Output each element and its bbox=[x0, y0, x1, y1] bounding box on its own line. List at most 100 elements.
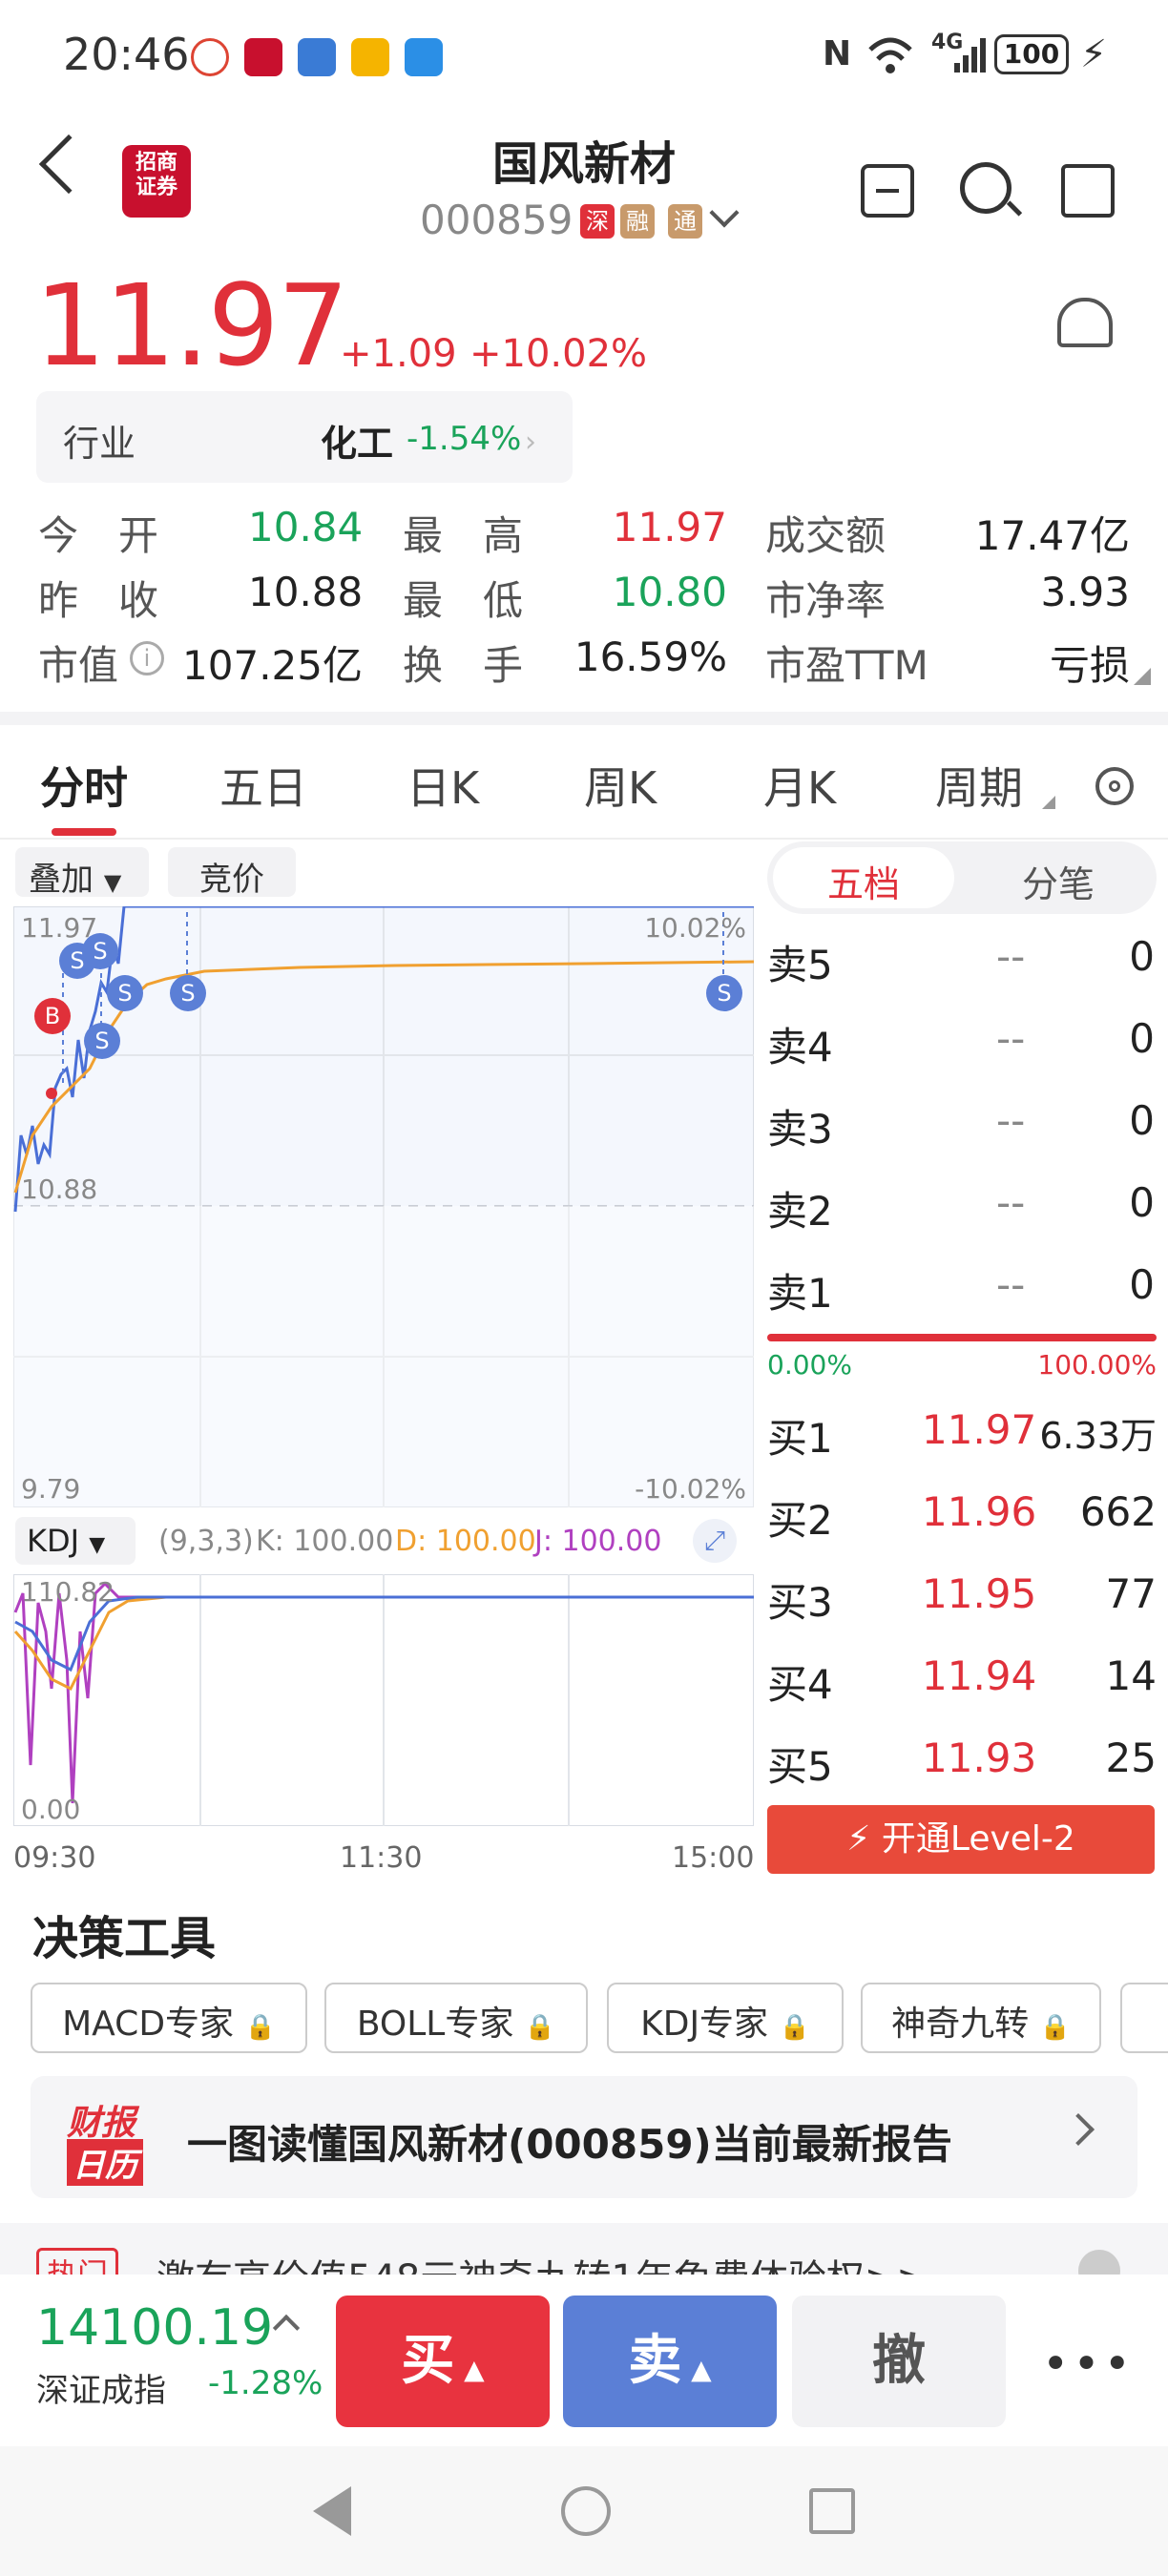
tools-title: 决策工具 bbox=[32, 1912, 217, 1965]
caret-up-icon: ▲ bbox=[681, 2354, 712, 2385]
bank-icon bbox=[244, 38, 282, 76]
tab-daily-k[interactable]: 日K bbox=[407, 754, 479, 817]
ask-label: 卖2 bbox=[767, 1188, 833, 1235]
lock-icon: 🔒 bbox=[524, 2013, 556, 2042]
bid-volume: 25 bbox=[1105, 1735, 1157, 1781]
bid-label: 买1 bbox=[767, 1415, 833, 1462]
expand-corner-icon[interactable] bbox=[1134, 668, 1151, 685]
buy-button[interactable]: 买 ▲ bbox=[336, 2296, 550, 2427]
tab-tick[interactable]: 分笔 bbox=[964, 855, 1153, 907]
kdj-k: K: 100.00 bbox=[256, 1525, 394, 1558]
y-mid-label: 10.88 bbox=[21, 1174, 98, 1205]
industry-pct: -1.54% bbox=[407, 420, 522, 458]
bid-label: 买3 bbox=[767, 1579, 833, 1626]
tool-boll[interactable]: BOLL专家 🔒 bbox=[324, 1983, 588, 2053]
chevron-down-icon[interactable] bbox=[709, 197, 740, 228]
battery-icon: 100 bbox=[994, 34, 1069, 74]
sell-marker[interactable]: S bbox=[170, 975, 206, 1011]
bid-label: 买4 bbox=[767, 1661, 833, 1708]
sell-marker[interactable]: S bbox=[706, 975, 742, 1011]
sell-marker[interactable]: S bbox=[82, 933, 118, 969]
last-price: 11.97 bbox=[34, 260, 349, 391]
tool-label: BOLL专家 bbox=[356, 2005, 514, 2044]
tool-macd[interactable]: MACD专家 🔒 bbox=[31, 1983, 307, 2053]
close-icon[interactable] bbox=[1078, 2250, 1120, 2275]
sell-button[interactable]: 卖 ▲ bbox=[563, 2296, 777, 2427]
tool-kdj[interactable]: KDJ专家 🔒 bbox=[607, 1983, 844, 2053]
tab-period[interactable]: 周期 bbox=[935, 754, 1023, 817]
pct-max-label: 10.02% bbox=[644, 912, 746, 944]
ask-volume: 0 bbox=[1129, 933, 1155, 980]
index-name: 深证成指 bbox=[36, 2372, 166, 2410]
tool-nine-turn[interactable]: 神奇九转 🔒 bbox=[861, 1983, 1101, 2053]
ratio-left: 0.00% bbox=[767, 1349, 852, 1381]
wifi-icon bbox=[868, 37, 912, 73]
stat-label: 成交额 bbox=[765, 512, 886, 559]
ask-price: -- bbox=[996, 1179, 1026, 1226]
minus-box-icon[interactable] bbox=[861, 164, 914, 218]
stock-code: 000859 bbox=[420, 197, 574, 243]
cancel-button[interactable]: 撤 bbox=[792, 2296, 1006, 2427]
stat-label: 最 高 bbox=[403, 512, 524, 559]
y-min-label: 9.79 bbox=[21, 1473, 81, 1505]
signal-icon bbox=[954, 38, 986, 73]
buy-label: 买 bbox=[401, 2330, 455, 2392]
tab-intraday[interactable]: 分时 bbox=[40, 754, 128, 817]
nav-recents-icon[interactable] bbox=[809, 2488, 855, 2534]
ask-volume: 0 bbox=[1129, 1179, 1155, 1226]
caret-down-icon: ▼ bbox=[89, 1533, 106, 1557]
stat-label: 市净率 bbox=[765, 577, 886, 624]
auction-button[interactable]: 竞价 bbox=[168, 847, 296, 899]
stat-label: 市值 bbox=[38, 642, 119, 689]
share-icon[interactable] bbox=[1061, 164, 1115, 218]
bid-volume: 6.33万 bbox=[1039, 1415, 1157, 1457]
indicator-dropdown[interactable]: KDJ ▼ bbox=[15, 1517, 136, 1565]
bid-volume: 662 bbox=[1079, 1488, 1157, 1535]
stat-value: 107.25亿 bbox=[182, 642, 363, 689]
tab-underline bbox=[52, 828, 116, 836]
nav-home-icon[interactable] bbox=[561, 2486, 611, 2536]
time-label: 15:00 bbox=[672, 1841, 755, 1875]
sell-marker[interactable]: S bbox=[84, 1023, 120, 1059]
tab-five-day[interactable]: 五日 bbox=[219, 754, 307, 817]
expand-icon[interactable]: ⤢ bbox=[693, 1519, 737, 1563]
settings-icon[interactable] bbox=[1095, 767, 1134, 805]
app2-icon bbox=[405, 38, 443, 76]
tab-five-levels[interactable]: 五档 bbox=[773, 855, 954, 907]
report-badge-bottom: 日历 bbox=[67, 2139, 143, 2186]
info-icon[interactable]: i bbox=[130, 641, 164, 675]
ask-volume: 0 bbox=[1129, 1015, 1155, 1062]
nfc-icon: N bbox=[823, 34, 852, 73]
tool-label: KDJ专家 bbox=[640, 2005, 769, 2044]
tab-monthly-k[interactable]: 月K bbox=[763, 754, 836, 817]
overlay-dropdown[interactable]: 叠加 ▼ bbox=[15, 847, 149, 899]
caret-down-icon: ▼ bbox=[103, 869, 122, 896]
nav-back-icon[interactable] bbox=[313, 2486, 351, 2536]
sell-marker[interactable]: S bbox=[107, 975, 143, 1011]
promo-strip[interactable]: 热门 激有高价值548元神奇九转1年免费体验权>> bbox=[0, 2223, 1168, 2275]
ask-price: -- bbox=[996, 933, 1026, 980]
stat-label: 市盈TTM bbox=[765, 642, 928, 689]
level2-button[interactable]: ⚡ 开通Level-2 bbox=[767, 1805, 1155, 1874]
kdj-params: (9,3,3) bbox=[158, 1525, 254, 1558]
time-label: 11:30 bbox=[340, 1841, 423, 1875]
bid-price: 11.94 bbox=[922, 1652, 1037, 1699]
ratio-bar bbox=[767, 1334, 1157, 1341]
stat-label: 最 低 bbox=[403, 577, 524, 624]
stat-value: 10.80 bbox=[612, 569, 727, 615]
buy-marker[interactable]: B bbox=[34, 998, 71, 1034]
kdj-chart[interactable] bbox=[13, 1574, 754, 1826]
more-icon[interactable]: ••• bbox=[1042, 2337, 1135, 2391]
report-text: 一图读懂国风新材(000859)当前最新报告 bbox=[187, 2121, 952, 2168]
tool-more[interactable] bbox=[1120, 1983, 1168, 2053]
kdj-ymin: 0.00 bbox=[21, 1794, 81, 1825]
tool-label: 神奇九转 bbox=[891, 2005, 1030, 2044]
tab-weekly-k[interactable]: 周K bbox=[584, 754, 657, 817]
alert-bell-icon[interactable] bbox=[1057, 298, 1113, 347]
ask-price: -- bbox=[996, 1097, 1026, 1144]
bid-volume: 77 bbox=[1105, 1570, 1157, 1617]
promo-tag: 热门 bbox=[36, 2248, 119, 2275]
index-pct: -1.28% bbox=[208, 2364, 323, 2402]
search-icon[interactable] bbox=[960, 162, 1012, 214]
indicator-name: KDJ bbox=[27, 1523, 80, 1559]
